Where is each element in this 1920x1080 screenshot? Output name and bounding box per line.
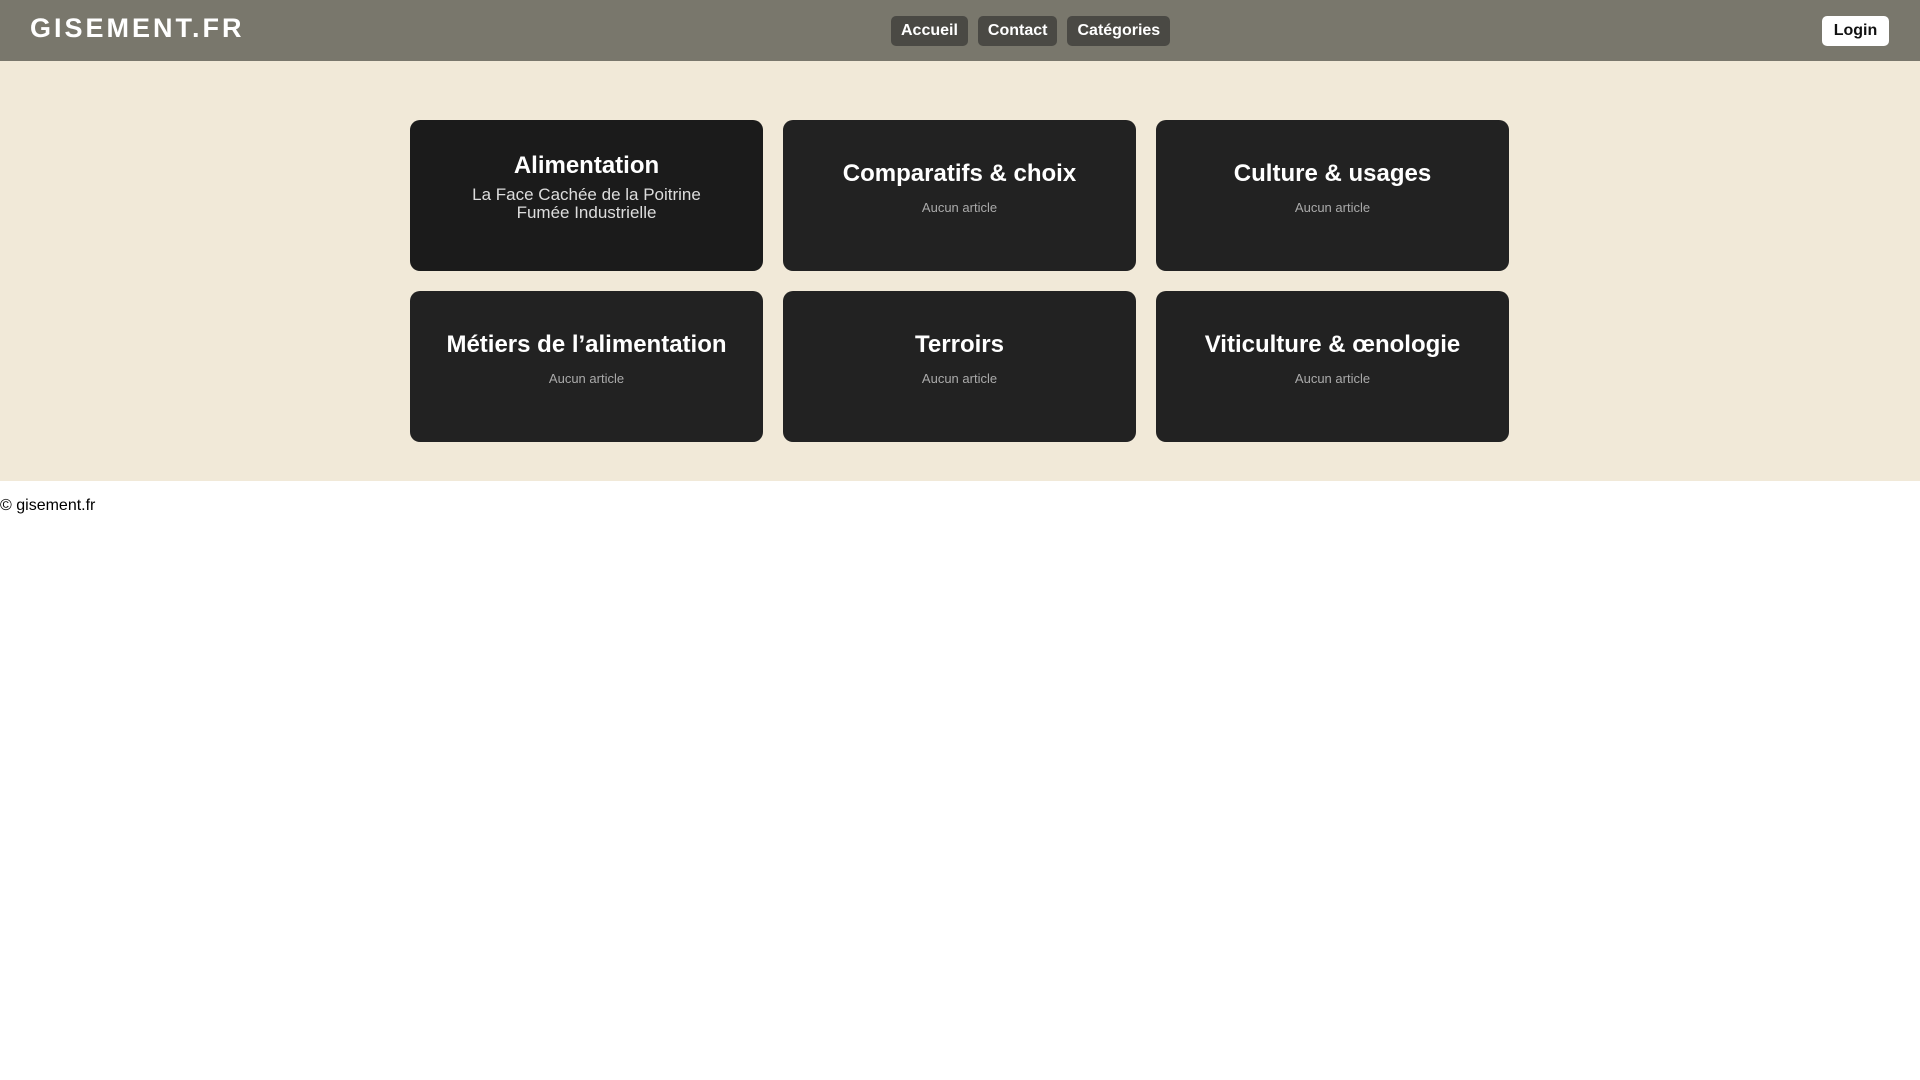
category-card-comparatifs[interactable]: Comparatifs & choix Aucun article (783, 120, 1136, 271)
nav-contact[interactable]: Contact (977, 16, 1058, 46)
empty-label: Aucun article (1294, 200, 1371, 215)
login-button[interactable]: Login (1822, 16, 1889, 46)
main-nav: Accueil Contact Catégories (891, 16, 1171, 46)
site-header: GISEMENT.FR Accueil Contact Catégories L… (0, 0, 1920, 61)
category-card-viticulture[interactable]: Viticulture & œnologie Aucun article (1156, 291, 1509, 442)
site-footer: © gisement.fr (0, 497, 96, 514)
category-title: Comparatifs & choix (842, 160, 1077, 187)
category-card-terroirs[interactable]: Terroirs Aucun article (783, 291, 1136, 442)
category-card-culture[interactable]: Culture & usages Aucun article (1156, 120, 1509, 271)
empty-label: Aucun article (921, 200, 998, 215)
article-link[interactable]: La Face Cachée de la Poitrine Fumée Indu… (430, 186, 743, 222)
category-title: Terroirs (915, 331, 1004, 358)
category-title: Alimentation (513, 152, 660, 179)
category-title: Viticulture & œnologie (1204, 331, 1461, 358)
empty-label: Aucun article (548, 371, 625, 386)
site-logo[interactable]: GISEMENT.FR (30, 13, 245, 44)
category-title: Culture & usages (1233, 160, 1432, 187)
nav-accueil[interactable]: Accueil (891, 16, 968, 46)
nav-categories[interactable]: Catégories (1067, 16, 1171, 46)
category-grid: Alimentation La Face Cachée de la Poitri… (410, 120, 1509, 442)
category-card-metiers[interactable]: Métiers de l’alimentation Aucun article (410, 291, 763, 442)
empty-label: Aucun article (921, 371, 998, 386)
category-card-alimentation[interactable]: Alimentation La Face Cachée de la Poitri… (410, 120, 763, 271)
empty-label: Aucun article (1294, 371, 1371, 386)
main-content: Alimentation La Face Cachée de la Poitri… (0, 61, 1920, 481)
category-title: Métiers de l’alimentation (446, 331, 727, 358)
